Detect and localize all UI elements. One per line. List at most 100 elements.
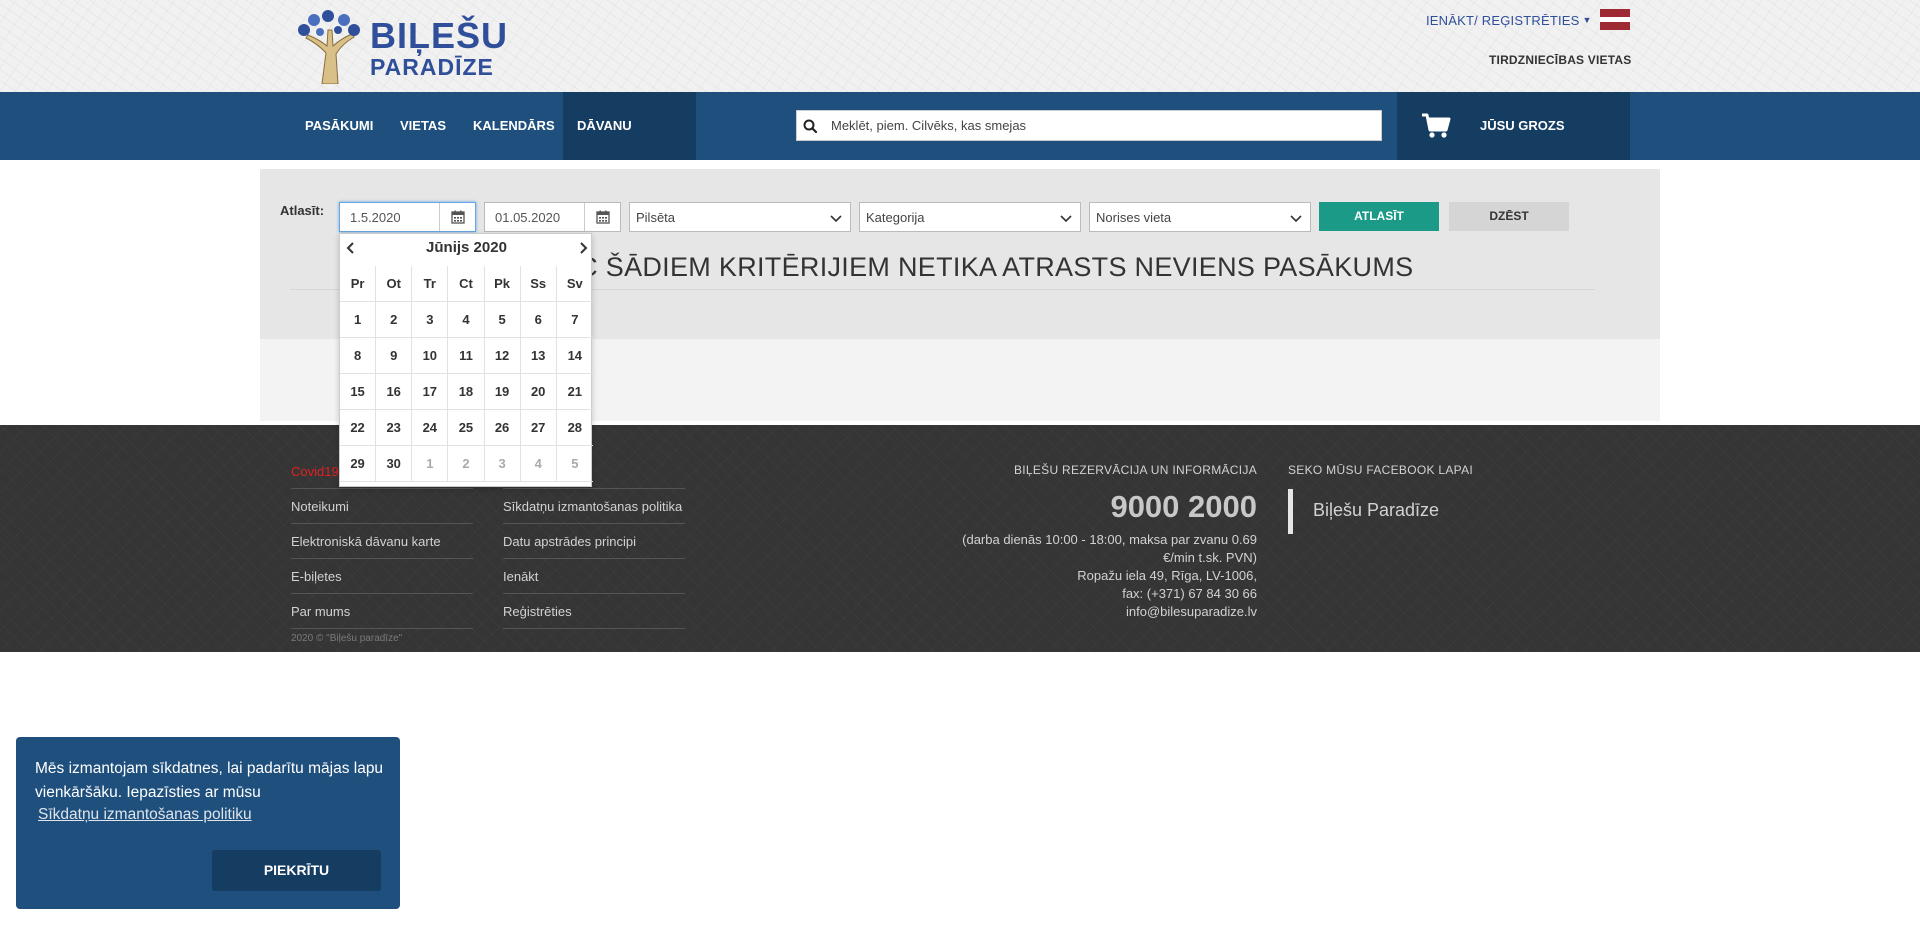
address: Ropažu iela 49, Rīga, LV-1006, xyxy=(1077,568,1257,583)
day-cell[interactable]: 15 xyxy=(340,374,377,410)
day-cell[interactable]: 30 xyxy=(376,446,413,482)
chevron-right-icon[interactable] xyxy=(576,240,590,256)
login-register-link[interactable]: IENĀKT/ REĢISTRĒTIES ▼ xyxy=(1426,13,1592,28)
nav-item-venues[interactable]: VIETAS xyxy=(385,92,461,160)
nav-item-calendar[interactable]: KALENDĀRS xyxy=(458,92,570,160)
facebook-page-link[interactable]: Biļešu Paradīze xyxy=(1313,500,1439,521)
search-input[interactable] xyxy=(831,111,1377,140)
date-from-value: 1.5.2020 xyxy=(350,210,401,225)
day-cell[interactable]: 25 xyxy=(448,410,485,446)
day-cell[interactable]: 8 xyxy=(340,338,377,374)
day-cell[interactable]: 7 xyxy=(556,302,593,338)
week-row: 22 23 24 25 26 27 28 xyxy=(340,410,593,446)
day-cell-next-month[interactable]: 2 xyxy=(448,446,485,482)
search-icon[interactable] xyxy=(801,117,821,135)
day-cell[interactable]: 5 xyxy=(484,302,521,338)
day-cell[interactable]: 11 xyxy=(448,338,485,374)
day-cell[interactable]: 22 xyxy=(340,410,377,446)
email-link[interactable]: info@bilesuparadize.lv xyxy=(940,603,1257,621)
footer-link-register[interactable]: Reģistrēties xyxy=(503,594,685,629)
cart-label: JŪSU GROZS xyxy=(1480,118,1565,133)
facebook-heading: SEKO MŪSU FACEBOOK LAPAI xyxy=(1288,463,1474,477)
footer-link-login[interactable]: Ienākt xyxy=(503,559,685,594)
footer-link-egift-card[interactable]: Elektroniskā dāvanu karte xyxy=(291,524,473,559)
cookie-accept-button[interactable]: PIEKRĪTU xyxy=(212,850,381,891)
cart-button[interactable]: JŪSU GROZS xyxy=(1397,92,1630,160)
footer-link-about[interactable]: Par mums xyxy=(291,594,473,629)
stores-link[interactable]: TIRDZNIECĪBAS VIETAS xyxy=(1489,53,1631,67)
day-cell[interactable]: 2 xyxy=(376,302,413,338)
copyright: 2020 © "Biļešu paradīze" xyxy=(291,633,403,644)
day-cell[interactable]: 27 xyxy=(520,410,557,446)
datepicker-grid: Pr Ot Tr Ct Pk Ss Sv 1 2 3 4 5 6 7 8 9 1… xyxy=(340,266,593,482)
day-cell[interactable]: 26 xyxy=(484,410,521,446)
week-row: 8 9 10 11 12 13 14 xyxy=(340,338,593,374)
day-cell[interactable]: 29 xyxy=(340,446,377,482)
date-from-calendar-button[interactable] xyxy=(439,203,475,231)
day-cell-next-month[interactable]: 5 xyxy=(556,446,593,482)
hours-line2: €/min t.sk. PVN) xyxy=(1163,550,1257,565)
day-cell[interactable]: 19 xyxy=(484,374,521,410)
day-cell[interactable]: 21 xyxy=(556,374,593,410)
city-select[interactable]: Pilsēta xyxy=(629,202,851,232)
day-cell[interactable]: 6 xyxy=(520,302,557,338)
day-cell[interactable]: 24 xyxy=(412,410,449,446)
weekday-label: Ot xyxy=(376,266,413,302)
venue-select[interactable]: Norises vieta xyxy=(1089,202,1311,232)
weekday-label: Tr xyxy=(412,266,449,302)
day-cell[interactable]: 20 xyxy=(520,374,557,410)
calendar-icon xyxy=(596,210,610,224)
clear-filter-button[interactable]: DZĒST xyxy=(1449,202,1569,231)
day-cell-next-month[interactable]: 1 xyxy=(412,446,449,482)
weekday-label: Pr xyxy=(340,266,377,302)
footer-link-data-processing[interactable]: Datu apstrādes principi xyxy=(503,524,685,559)
day-cell[interactable]: 16 xyxy=(376,374,413,410)
nav-item-gift-cards[interactable]: DĀVANU KARTES xyxy=(563,92,696,201)
nav-item-events[interactable]: PASĀKUMI xyxy=(290,92,388,160)
week-row: 29 30 1 2 3 4 5 xyxy=(340,446,593,482)
footer-link-terms[interactable]: Noteikumi xyxy=(291,489,473,524)
date-to-value: 01.05.2020 xyxy=(495,210,561,225)
cart-icon xyxy=(1422,113,1451,138)
weekday-label: Pk xyxy=(484,266,521,302)
cookie-policy-link[interactable]: Sīkdatņu izmantošanas politiku xyxy=(38,806,252,824)
day-cell[interactable]: 4 xyxy=(448,302,485,338)
logo-line1: BIĻEŠU xyxy=(370,15,509,56)
date-to-calendar-button[interactable] xyxy=(584,203,620,231)
day-cell-next-month[interactable]: 4 xyxy=(520,446,557,482)
footer-link-cookie-policy[interactable]: Sīkdatņu izmantošanas politika xyxy=(503,489,685,524)
week-row: 1 2 3 4 5 6 7 xyxy=(340,302,593,338)
filter-label: Atlasīt: xyxy=(280,203,325,218)
day-cell[interactable]: 18 xyxy=(448,374,485,410)
search-box xyxy=(796,110,1382,141)
category-select[interactable]: Kategorija xyxy=(859,202,1081,232)
day-cell[interactable]: 12 xyxy=(484,338,521,374)
cookie-banner: Mēs izmantojam sīkdatnes, lai padarītu m… xyxy=(16,737,400,909)
logo-line2: PARADĪZE xyxy=(370,54,494,80)
date-to-field[interactable]: 01.05.2020 xyxy=(484,202,621,232)
login-label: IENĀKT/ REĢISTRĒTIES xyxy=(1426,13,1580,28)
day-cell[interactable]: 9 xyxy=(376,338,413,374)
day-cell[interactable]: 13 xyxy=(520,338,557,374)
day-cell[interactable]: 28 xyxy=(556,410,593,446)
footer-link-etickets[interactable]: E-biļetes xyxy=(291,559,473,594)
logo-wordmark[interactable]: BIĻEŠU PARADĪZE xyxy=(370,18,508,79)
date-from-field[interactable]: 1.5.2020 xyxy=(339,202,476,232)
day-cell-next-month[interactable]: 3 xyxy=(484,446,521,482)
caret-down-icon: ▼ xyxy=(1582,15,1592,25)
day-cell[interactable]: 17 xyxy=(412,374,449,410)
day-cell[interactable]: 3 xyxy=(412,302,449,338)
day-cell[interactable]: 10 xyxy=(412,338,449,374)
apply-filter-button[interactable]: ATLASĪT xyxy=(1319,202,1439,231)
phone-number[interactable]: 9000 2000 xyxy=(1000,489,1257,525)
day-cell[interactable]: 14 xyxy=(556,338,593,374)
datepicker: Jūnijs 2020 Pr Ot Tr Ct Pk Ss Sv 1 2 3 4… xyxy=(339,233,593,487)
chevron-down-icon xyxy=(830,215,842,223)
weekday-label: Ct xyxy=(448,266,485,302)
latvia-flag-icon[interactable] xyxy=(1600,9,1630,30)
weekday-label: Sv xyxy=(556,266,593,302)
chevron-down-icon xyxy=(1060,215,1072,223)
day-cell[interactable]: 1 xyxy=(340,302,377,338)
day-cell[interactable]: 23 xyxy=(376,410,413,446)
city-select-value: Pilsēta xyxy=(636,210,676,225)
